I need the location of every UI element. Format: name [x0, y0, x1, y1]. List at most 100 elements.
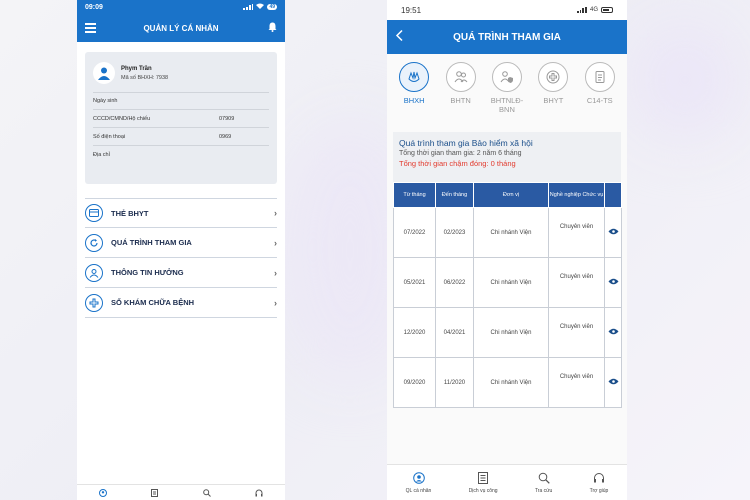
field-value: 07909 [219, 115, 235, 122]
job-title: Chuyên viên [548, 207, 605, 258]
insurance-type-tabs: BHXH BHTN BHTNLĐ-BNN BHYT C14-TS [387, 54, 627, 126]
eye-icon [608, 278, 619, 287]
table-header-row: Từ tháng Đến tháng Đơn vị Nghề nghiệp Ch… [393, 182, 622, 208]
hands-icon [399, 62, 430, 92]
tab-label: BHTN [450, 96, 471, 105]
participation-history-screen: 19:51 4G QUÁ TRÌNH THAM GIA BHXH BHTN BH… [387, 0, 627, 500]
unit: Chi nhánh Viện [473, 207, 549, 258]
to-month: 04/2021 [435, 307, 474, 358]
profile-field: CCCD/CMND/Hộ chiếu 07909 [93, 110, 269, 128]
view-detail-button[interactable] [604, 207, 622, 258]
total-participation-time: Tổng thời gian tham gia: 2 năm 6 tháng [399, 150, 522, 157]
wifi-icon [256, 3, 265, 11]
profile-card: Phym Trần Mã số BHXH: 7938 Ngày sinh CCC… [85, 52, 277, 184]
page-title: QUẢN LÝ CÁ NHÂN [143, 23, 219, 33]
field-label: Số điện thoại [93, 133, 126, 140]
status-time: 19:51 [401, 5, 422, 15]
tab-bhxh[interactable]: BHXH [392, 62, 436, 126]
table-row: 05/2021 06/2022 Chi nhánh Viện Chuyên vi… [393, 257, 622, 308]
document-icon [584, 62, 615, 92]
unit: Chi nhánh Viện [473, 257, 549, 308]
search-icon[interactable] [202, 484, 211, 500]
from-month: 12/2020 [393, 307, 436, 358]
app-header: QUẢN LÝ CÁ NHÂN [77, 14, 285, 42]
headset-icon [593, 472, 605, 486]
summary-title: Quá trình tham gia Bảo hiểm xã hội [399, 138, 533, 148]
search-icon [538, 472, 550, 486]
chevron-right-icon: › [274, 237, 277, 248]
from-month: 07/2022 [393, 207, 436, 258]
tab-bhtnld-bnn[interactable]: BHTNLĐ-BNN [485, 62, 529, 126]
nav-label: Dịch vụ công [468, 487, 498, 494]
status-time: 09:09 [85, 3, 103, 11]
profile-menu: THẺ BHYT › QUÁ TRÌNH THAM GIA › THÔNG TI… [85, 198, 277, 318]
tab-bhtn[interactable]: BHTN [439, 62, 483, 126]
eye-icon [608, 228, 619, 237]
medical-cross-icon [538, 62, 569, 92]
battery-icon [601, 7, 613, 13]
personal-management-screen: 09:09 49 QUẢN LÝ CÁ NHÂN Phym Trần Mã số… [77, 0, 285, 500]
bell-icon[interactable] [268, 22, 277, 34]
network-type: 4G [589, 7, 598, 13]
profile-icon[interactable] [99, 484, 108, 500]
document-icon[interactable] [151, 484, 159, 500]
medical-cross-icon [85, 293, 103, 312]
back-arrow-icon[interactable] [395, 29, 403, 45]
menu-item-participation[interactable]: QUÁ TRÌNH THAM GIA › [85, 228, 277, 258]
table-row: 12/2020 04/2021 Chi nhánh Viện Chuyên vi… [393, 307, 622, 358]
card-icon [85, 204, 103, 222]
view-detail-button[interactable] [604, 257, 622, 308]
chevron-right-icon: › [274, 297, 277, 308]
eye-icon [608, 378, 619, 387]
profile-icon [412, 471, 425, 486]
nav-label: Trợ giúp [589, 487, 609, 494]
menu-item-label: THẺ BHYT [111, 208, 149, 218]
tab-c14-ts[interactable]: C14-TS [578, 62, 622, 126]
nav-item-profile[interactable]: QL cá nhân [406, 471, 431, 494]
field-label: Địa chỉ [93, 152, 110, 158]
column-header: Nghề nghiệp Chức vụ [548, 182, 605, 208]
menu-icon[interactable] [85, 21, 96, 35]
job-title: Chuyên viên [548, 257, 605, 308]
document-icon [478, 471, 489, 486]
late-payment-time: Tổng thời gian chậm đóng: 0 tháng [399, 159, 516, 168]
participation-summary: Quá trình tham gia Bảo hiểm xã hội Tổng … [393, 132, 621, 182]
status-bar: 19:51 4G [387, 0, 627, 20]
tab-label: BHTNLĐ-BNN [490, 96, 524, 114]
job-title: Chuyên viên [548, 357, 605, 408]
table-row: 07/2022 02/2023 Chi nhánh Viện Chuyên vi… [393, 207, 622, 258]
view-detail-button[interactable] [604, 307, 622, 358]
field-value: 0969 [219, 133, 232, 140]
field-label: CCCD/CMND/Hộ chiếu [93, 115, 151, 122]
unit: Chi nhánh Viện [473, 307, 549, 358]
job-title: Chuyên viên [548, 307, 605, 358]
menu-item-medical-book[interactable]: SỔ KHÁM CHỮA BỆNH › [85, 288, 277, 318]
bottom-navigation: QL cá nhân Dịch vụ công Tra cứu Trợ giúp [387, 464, 627, 500]
people-icon [445, 62, 476, 92]
tab-label: BHYT [543, 96, 564, 105]
column-header: Đơn vị [473, 182, 549, 208]
people-icon [85, 263, 103, 282]
profile-bhxh-number: Mã số BHXH: 7938 [121, 74, 169, 81]
view-detail-button[interactable] [604, 357, 622, 408]
menu-item-benefits[interactable]: THÔNG TIN HƯỞNG › [85, 258, 277, 288]
profile-field: Ngày sinh [93, 92, 269, 110]
avatar [93, 62, 115, 84]
app-header: QUÁ TRÌNH THAM GIA [387, 20, 627, 54]
nav-item-help[interactable]: Trợ giúp [589, 472, 609, 494]
menu-item-health-card[interactable]: THẺ BHYT › [85, 198, 277, 228]
from-month: 05/2021 [393, 257, 436, 308]
page-title: QUÁ TRÌNH THAM GIA [453, 31, 561, 43]
refresh-icon [85, 233, 103, 252]
nav-item-public-services[interactable]: Dịch vụ công [468, 471, 498, 494]
chevron-right-icon: › [274, 208, 277, 218]
nav-item-lookup[interactable]: Tra cứu [535, 472, 552, 494]
tab-bhyt[interactable]: BHYT [531, 62, 575, 126]
unit: Chi nhánh Viện [473, 357, 549, 408]
bottom-navigation [77, 484, 285, 500]
menu-item-label: THÔNG TIN HƯỞNG [111, 268, 184, 277]
column-header: Đến tháng [435, 182, 474, 208]
battery-icon: 49 [267, 4, 277, 10]
profile-name: Phym Trần [121, 65, 152, 72]
headset-icon[interactable] [255, 484, 263, 500]
